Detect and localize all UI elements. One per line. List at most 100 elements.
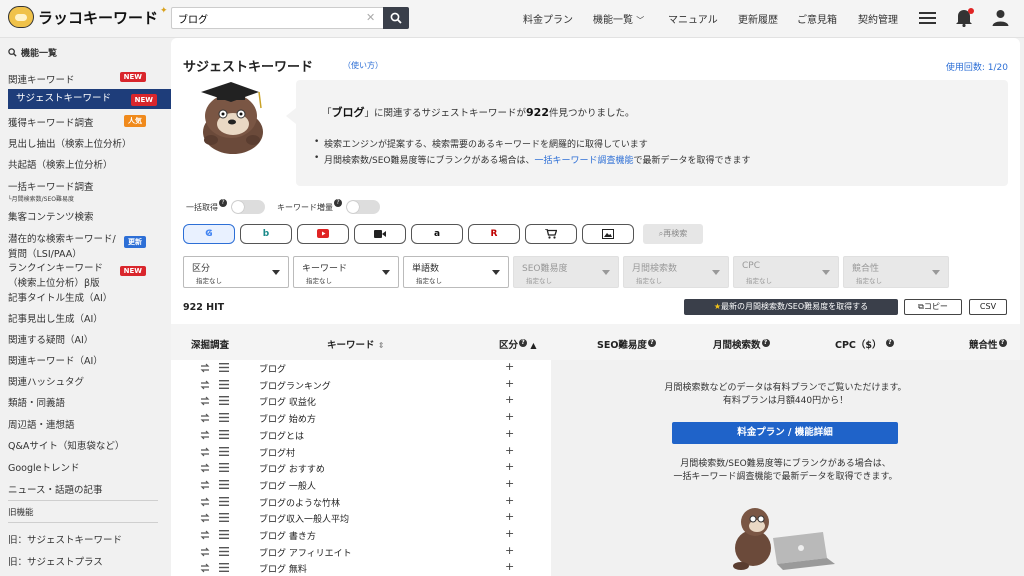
hamburger-icon[interactable] (919, 11, 936, 25)
col-cpc[interactable]: CPC（$） ? (835, 337, 894, 351)
engine-amazon-button[interactable]: a (411, 224, 463, 244)
dig-deeper-icon[interactable] (199, 563, 211, 573)
keyword-cell[interactable]: ブログ 始め方 (259, 412, 316, 425)
menu-icon[interactable] (219, 413, 229, 423)
csv-button[interactable]: CSV (969, 299, 1007, 315)
dig-deeper-icon[interactable] (199, 413, 211, 423)
table-row[interactable]: ブログ村 + (171, 444, 551, 461)
plan-details-button[interactable]: 料金プラン / 機能詳細 (672, 422, 898, 444)
help-icon[interactable]: ? (761, 339, 770, 347)
help-icon[interactable]: ? (998, 339, 1007, 347)
engine-image-button[interactable] (582, 224, 634, 244)
add-icon[interactable]: + (505, 510, 514, 523)
help-icon[interactable]: ? (885, 339, 894, 347)
sidebar-item-suggest-keywords[interactable]: サジェストキーワード NEW (8, 89, 171, 109)
keyword-cell[interactable]: ブログとは (259, 429, 304, 442)
search-input[interactable] (172, 8, 362, 28)
keyword-cell[interactable]: ブログ アフィリエイト (259, 546, 352, 559)
sidebar-item-synonyms[interactable]: 類語・同義語 (8, 395, 160, 409)
menu-icon[interactable] (219, 479, 229, 489)
sidebar-item-related-questions[interactable]: 関連する疑問（AI） (8, 332, 160, 346)
dig-deeper-icon[interactable] (199, 513, 211, 523)
keyword-cell[interactable]: ブログ収入一般人平均 (259, 512, 349, 525)
table-row[interactable]: ブログ + (171, 360, 551, 377)
table-row[interactable]: ブログ 一般人 + (171, 477, 551, 494)
col-seo[interactable]: SEO難易度? (597, 337, 656, 351)
add-icon[interactable]: + (505, 460, 514, 473)
table-row[interactable]: ブログ 書き方 + (171, 527, 551, 544)
add-icon[interactable]: + (505, 444, 514, 457)
filter-category[interactable]: 区分 指定なし (183, 256, 289, 288)
table-row[interactable]: ブログ収入一般人平均 + (171, 510, 551, 527)
howto-link[interactable]: （使い方） (343, 60, 383, 71)
dig-deeper-icon[interactable] (199, 497, 211, 507)
keyword-cell[interactable]: ブログ 書き方 (259, 529, 316, 542)
engine-rakuten-button[interactable]: R (468, 224, 520, 244)
menu-icon[interactable] (219, 530, 229, 539)
add-icon[interactable]: + (505, 560, 514, 573)
add-icon[interactable]: + (505, 360, 514, 373)
sidebar-item-bulk-research[interactable]: 一括キーワード調査 └月間検索数/SEO難易度 (8, 179, 160, 203)
sidebar-item-old-suggest[interactable]: 旧：サジェストキーワード (8, 532, 160, 546)
table-row[interactable]: ブログ 収益化 + (171, 393, 551, 410)
sidebar-item-acquired-keywords[interactable]: 獲得キーワード調査 人気 (8, 115, 160, 129)
engine-shopping-button[interactable] (525, 224, 577, 244)
sidebar-item-related-keywords-ai[interactable]: 関連キーワード（AI） (8, 353, 160, 367)
increase-toggle[interactable] (346, 200, 380, 214)
nav-features[interactable]: 機能一覧 ﹀ (593, 11, 644, 26)
menu-icon[interactable] (219, 463, 229, 473)
add-icon[interactable]: + (505, 494, 514, 507)
dig-deeper-icon[interactable] (199, 363, 211, 373)
dig-deeper-icon[interactable] (199, 547, 211, 557)
nav-pricing[interactable]: 料金プラン (523, 11, 573, 26)
keyword-cell[interactable]: ブログ 一般人 (259, 479, 316, 492)
dig-deeper-icon[interactable] (199, 530, 211, 540)
table-row[interactable]: ブログとは + (171, 427, 551, 444)
search-button[interactable] (383, 7, 409, 29)
help-icon[interactable]: ? (334, 199, 342, 207)
sidebar-item-old-suggest-plus[interactable]: 旧：サジェストプラス (8, 554, 160, 568)
add-icon[interactable]: + (505, 527, 514, 540)
bulk-toggle[interactable] (231, 200, 265, 214)
get-latest-data-button[interactable]: ★最新の月間検索数/SEO難易度を取得する (684, 299, 898, 315)
table-row[interactable]: ブログ アフィリエイト + (171, 544, 551, 561)
user-icon[interactable] (992, 9, 1009, 26)
engine-video-button[interactable] (354, 224, 406, 244)
nav-changelog[interactable]: 更新履歴 (738, 11, 778, 26)
dig-deeper-icon[interactable] (199, 380, 211, 390)
engine-google-button[interactable]: ✓ G (183, 224, 235, 244)
help-icon[interactable]: ? (647, 339, 656, 347)
dig-deeper-icon[interactable] (199, 430, 211, 440)
add-icon[interactable]: + (505, 410, 514, 423)
menu-icon[interactable] (219, 429, 229, 439)
sidebar-item-lsi-paa[interactable]: 潜在的な検索キーワード/ 質問（LSI/PAA） 更新 (8, 231, 160, 260)
sidebar-item-hashtags[interactable]: 関連ハッシュタグ (8, 374, 160, 388)
menu-icon[interactable] (219, 379, 229, 389)
keyword-cell[interactable]: ブログ 無料 (259, 562, 307, 575)
keyword-cell[interactable]: ブログランキング (259, 379, 331, 392)
keyword-cell[interactable]: ブログのような竹林 (259, 496, 340, 509)
table-row[interactable]: ブログ 始め方 + (171, 410, 551, 427)
keyword-cell[interactable]: ブログ おすすめ (259, 462, 325, 475)
keyword-cell[interactable]: ブログ 収益化 (259, 395, 316, 408)
bulk-research-link[interactable]: 一括キーワード調査機能 (535, 156, 634, 166)
dig-deeper-icon[interactable] (199, 447, 211, 457)
keyword-cell[interactable]: ブログ (259, 362, 286, 375)
sidebar-item-qa-sites[interactable]: Q&Aサイト（知恵袋など） (8, 438, 160, 452)
sidebar-item-associations[interactable]: 周辺語・連想語 (8, 417, 160, 431)
logo[interactable]: ラッコキーワード ✦ (8, 6, 168, 28)
engine-bing-button[interactable]: b (240, 224, 292, 244)
menu-icon[interactable] (219, 446, 229, 456)
sidebar-item-cooccurrence[interactable]: 共起語（検索上位分析） (8, 157, 160, 171)
sidebar-item-google-trends[interactable]: Googleトレンド (8, 460, 160, 474)
bell-icon[interactable] (955, 8, 975, 27)
sidebar-item-title-gen[interactable]: 記事タイトル生成（AI） (8, 290, 160, 304)
add-icon[interactable]: + (505, 477, 514, 490)
table-row[interactable]: ブログのような竹林 + (171, 494, 551, 511)
copy-button[interactable]: ⧉コピー (904, 299, 962, 315)
sidebar-item-content-search[interactable]: 集客コンテンツ検索 (8, 209, 160, 223)
menu-icon[interactable] (219, 396, 229, 406)
filter-keyword[interactable]: キーワード 指定なし (293, 256, 399, 288)
table-row[interactable]: ブログランキング + (171, 377, 551, 394)
table-row[interactable]: ブログ おすすめ + (171, 460, 551, 477)
